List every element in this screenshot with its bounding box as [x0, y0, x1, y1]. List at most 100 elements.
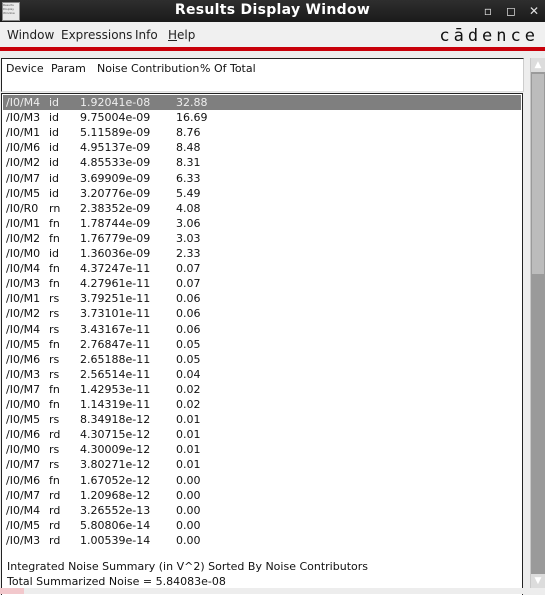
cell-noise: 3.80271e-12 — [80, 458, 151, 472]
table-row[interactable]: /I0/M5 rd 5.80806e-14 0.00 — [3, 518, 521, 533]
cell-percent: 8.31 — [176, 156, 201, 170]
cell-percent: 0.01 — [176, 413, 201, 427]
close-icon[interactable]: ✕ — [526, 3, 542, 19]
bottom-strip — [0, 588, 545, 594]
cell-param: rd — [49, 428, 61, 442]
cell-percent: 0.01 — [176, 458, 201, 472]
cell-noise: 1.14319e-11 — [80, 398, 151, 411]
cell-noise: 1.76779e-09 — [80, 231, 151, 245]
table-row[interactable]: /I0/M5 rs 8.34918e-12 0.01 — [3, 412, 521, 427]
cell-percent: 0.07 — [176, 277, 201, 291]
maximize-icon[interactable]: ◻ — [503, 3, 519, 19]
minimize-icon[interactable]: ▫ — [480, 3, 496, 19]
cell-param: fn — [49, 337, 60, 351]
table-row[interactable]: /I0/M7 rd 1.20968e-12 0.00 — [3, 488, 521, 503]
column-header: Device Param Noise Contribution % Of Tot… — [1, 58, 524, 92]
table-row[interactable]: /I0/M6 rd 4.30715e-12 0.01 — [3, 427, 521, 442]
menu-expressions[interactable]: Expressions — [61, 28, 132, 42]
table-row[interactable]: /I0/M5 fn 2.76847e-11 0.05 — [3, 337, 521, 352]
accent-divider — [0, 47, 545, 51]
header-percent-of-total: % Of Total — [200, 62, 256, 75]
cell-noise: 2.56514e-11 — [80, 367, 151, 381]
cell-param: fn — [49, 262, 60, 276]
cell-noise: 3.20776e-09 — [80, 186, 151, 200]
cell-param: rd — [49, 488, 61, 502]
scroll-thumb[interactable] — [532, 74, 544, 274]
cell-noise: 1.20968e-12 — [80, 488, 151, 502]
table-row[interactable]: /I0/R0 rn 2.38352e-09 4.08 — [3, 201, 521, 216]
table-row[interactable]: /I0/M1 fn 1.78744e-09 3.06 — [3, 216, 521, 231]
table-row[interactable]: /I0/M4 fn 4.37247e-11 0.07 — [3, 261, 521, 276]
cell-percent: 8.76 — [176, 126, 201, 140]
cell-noise: 4.85533e-09 — [80, 156, 151, 170]
menu-bar: Window Expressions Info Help cādence — [0, 22, 545, 47]
header-device: Device — [6, 62, 44, 75]
menu-info[interactable]: Info — [135, 28, 158, 42]
table-row[interactable]: /I0/M0 id 1.36036e-09 2.33 — [3, 246, 521, 261]
cell-percent: 32.88 — [176, 96, 208, 109]
table-row[interactable]: /I0/M3 rs 2.56514e-11 0.04 — [3, 367, 521, 382]
table-row[interactable]: /I0/M3 rd 1.00539e-14 0.00 — [3, 533, 521, 548]
cell-percent: 4.08 — [176, 201, 201, 215]
cell-device: /I0/M7 — [6, 171, 41, 185]
table-row[interactable]: /I0/M4 rs 3.43167e-11 0.06 — [3, 322, 521, 337]
cell-param: rn — [49, 201, 61, 215]
table-row[interactable]: /I0/M7 rs 3.80271e-12 0.01 — [3, 457, 521, 472]
cell-device: /I0/M3 — [6, 111, 41, 125]
results-list[interactable]: /I0/M4 id 1.92041e-08 32.88/I0/M3 id 9.75004e… — [1, 93, 523, 595]
table-row[interactable]: /I0/M3 id 9.75004e-09 16.69 — [3, 110, 521, 125]
scroll-down-icon[interactable]: ▼ — [531, 574, 545, 588]
window-title: Results Display Window — [174, 2, 371, 18]
table-row[interactable]: /I0/M6 rs 2.65188e-11 0.05 — [3, 352, 521, 367]
table-row[interactable]: /I0/M1 rs 3.79251e-11 0.06 — [3, 291, 521, 306]
table-row[interactable]: /I0/M6 id 4.95137e-09 8.48 — [3, 140, 521, 155]
cell-noise: 5.11589e-09 — [80, 126, 151, 140]
cell-param: fn — [49, 398, 60, 411]
cell-param: rs — [49, 367, 60, 381]
table-row[interactable]: /I0/M2 fn 1.76779e-09 3.03 — [3, 231, 521, 246]
vertical-scrollbar[interactable]: ▲ ▼ — [530, 58, 545, 588]
cell-percent: 0.05 — [176, 337, 201, 351]
cell-param: rs — [49, 413, 60, 427]
table-row[interactable]: /I0/M2 rs 3.73101e-11 0.06 — [3, 306, 521, 321]
header-noise-contribution: Noise Contribution — [97, 62, 200, 75]
table-row[interactable]: /I0/M6 fn 1.67052e-12 0.00 — [3, 473, 521, 488]
cell-noise: 2.65188e-11 — [80, 352, 151, 366]
cell-device: /I0/M0 — [6, 247, 41, 260]
table-row[interactable]: /I0/M0 fn 1.14319e-11 0.02 — [3, 397, 521, 412]
table-row[interactable]: /I0/M4 rd 3.26552e-13 0.00 — [3, 503, 521, 518]
summary-title: Integrated Noise Summary (in V^2) Sorted… — [7, 560, 368, 573]
cell-percent: 0.02 — [176, 398, 201, 411]
cell-device: /I0/M4 — [6, 322, 41, 336]
table-row[interactable]: /I0/M1 id 5.11589e-09 8.76 — [3, 125, 521, 140]
cell-percent: 0.06 — [176, 322, 201, 336]
cell-param: rs — [49, 292, 60, 306]
title-bar: Results Display Window Results Display W… — [0, 0, 545, 22]
table-row[interactable]: /I0/M2 id 4.85533e-09 8.31 — [3, 155, 521, 170]
table-row[interactable]: /I0/M7 fn 1.42953e-11 0.02 — [3, 382, 521, 397]
cell-device: /I0/M2 — [6, 156, 41, 170]
cell-device: /I0/M6 — [6, 141, 41, 155]
table-row[interactable]: /I0/M0 rs 4.30009e-12 0.01 — [3, 442, 521, 457]
cell-noise: 3.79251e-11 — [80, 292, 151, 306]
cell-param: id — [49, 156, 60, 170]
cell-percent: 6.33 — [176, 171, 201, 185]
cell-device: /I0/M2 — [6, 231, 41, 245]
menu-help[interactable]: Help — [168, 28, 195, 42]
cell-percent: 0.02 — [176, 382, 201, 396]
cell-param: id — [49, 171, 60, 185]
cell-percent: 0.00 — [176, 503, 201, 517]
table-row[interactable]: /I0/M4 id 1.92041e-08 32.88 — [3, 95, 521, 110]
cell-param: fn — [49, 216, 60, 230]
cell-noise: 3.26552e-13 — [80, 503, 151, 517]
scroll-up-icon[interactable]: ▲ — [531, 58, 545, 72]
cell-device: /I0/M2 — [6, 307, 41, 321]
cell-device: /I0/M3 — [6, 277, 41, 291]
cell-param: fn — [49, 231, 60, 245]
table-row[interactable]: /I0/M5 id 3.20776e-09 5.49 — [3, 186, 521, 201]
table-row[interactable]: /I0/M7 id 3.69909e-09 6.33 — [3, 171, 521, 186]
cell-noise: 1.42953e-11 — [80, 382, 151, 396]
table-row[interactable]: /I0/M3 fn 4.27961e-11 0.07 — [3, 276, 521, 291]
menu-window[interactable]: Window — [7, 28, 54, 42]
cell-param: rs — [49, 352, 60, 366]
